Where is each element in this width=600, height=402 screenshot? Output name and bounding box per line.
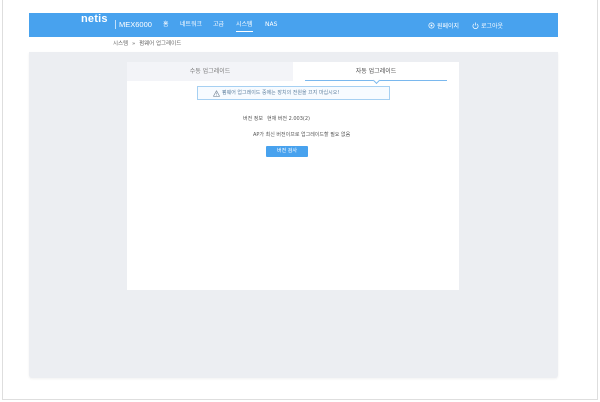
warning-text: 펌웨어 업그레이드 중에는 장치의 전원을 끄지 마십시오! — [222, 90, 340, 96]
tab-manual-upgrade[interactable]: 수동 업그레이드 — [127, 62, 293, 81]
nav-item-system[interactable]: 시스템 — [236, 13, 253, 37]
nav-item-nas[interactable]: NAS — [265, 13, 277, 37]
breadcrumb-current: 펌웨어 업그레이드 — [139, 41, 182, 47]
logo-separator: | — [114, 20, 118, 30]
router-admin-app: netis | MEX6000 홈 네트워크 고급 시스템 NAS 원페이지 로… — [29, 13, 558, 378]
version-info-label: 버전 정보 — [243, 116, 263, 122]
firmware-upgrade-panel: 수동 업그레이드 자동 업그레이드 펌웨어 업그레이드 중에는 장치의 전원을 … — [127, 62, 459, 290]
check-version-button[interactable]: 버전 검사 — [266, 146, 308, 157]
nav-item-advanced[interactable]: 고급 — [213, 13, 224, 37]
up-to-date-message: AP가 최신 버전이므로 업그레이드할 필요 없음 — [253, 132, 351, 138]
nav-item-home[interactable]: 홈 — [163, 13, 169, 37]
netis-logo: netis — [81, 13, 108, 25]
logout-label: 로그아웃 — [481, 22, 504, 30]
breadcrumb-separator: » — [131, 41, 136, 47]
breadcrumb-parent[interactable]: 시스템 — [113, 41, 128, 47]
nav-item-network[interactable]: 네트워크 — [180, 13, 202, 37]
warning-icon — [213, 89, 220, 97]
main-content: 수동 업그레이드 자동 업그레이드 펌웨어 업그레이드 중에는 장치의 전원을 … — [29, 52, 558, 378]
power-icon — [472, 22, 479, 29]
upgrade-warning-notice: 펌웨어 업그레이드 중에는 장치의 전원을 끄지 마십시오! — [197, 86, 390, 100]
gear-icon — [428, 21, 435, 29]
current-version-value: 현재 버전 2.003(2) — [267, 116, 310, 122]
breadcrumb: 시스템 » 펌웨어 업그레이드 — [113, 37, 183, 52]
model-name: MEX6000 — [119, 20, 152, 29]
top-nav-bar: netis | MEX6000 홈 네트워크 고급 시스템 NAS 원페이지 로… — [29, 13, 558, 37]
one-page-label: 원페이지 — [437, 22, 460, 30]
breadcrumb-bar: 시스템 » 펌웨어 업그레이드 — [29, 37, 558, 52]
one-page-button[interactable]: 원페이지 — [428, 13, 459, 37]
logout-button[interactable]: 로그아웃 — [472, 13, 503, 37]
